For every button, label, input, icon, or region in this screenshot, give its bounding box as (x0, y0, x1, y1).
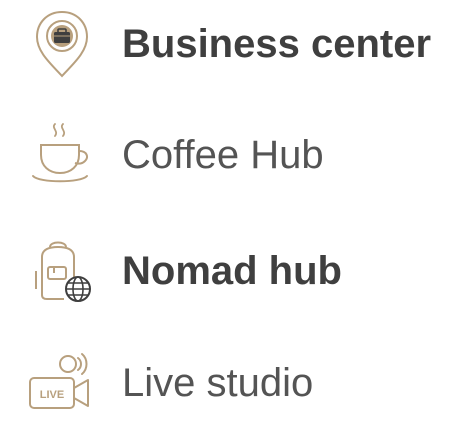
item-label: Business center (122, 22, 432, 66)
item-label: Live studio (122, 361, 314, 405)
coffee-cup-icon (22, 119, 102, 191)
map-pin-briefcase-icon (22, 8, 102, 80)
list-item-coffee-hub[interactable]: Coffee Hub (22, 119, 324, 191)
backpack-globe-icon (22, 235, 102, 307)
list-item-business-center[interactable]: Business center (22, 8, 431, 80)
live-camera-icon: LIVE (22, 347, 102, 419)
workspace-type-list: Business center Coffee Hub Nomad hub LIV… (0, 0, 473, 422)
list-item-live-studio[interactable]: LIVE Live studio (22, 347, 313, 419)
svg-text:LIVE: LIVE (40, 389, 64, 401)
item-label: Coffee Hub (122, 133, 324, 177)
item-label: Nomad hub (122, 249, 342, 293)
list-item-nomad-hub[interactable]: Nomad hub (22, 235, 342, 307)
